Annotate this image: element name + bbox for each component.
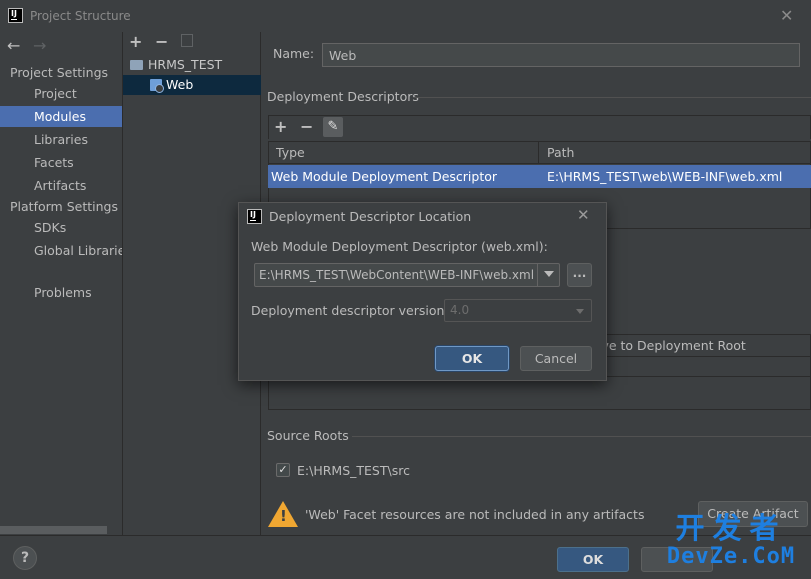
- warning-exclamation: !: [280, 507, 287, 525]
- descriptor-toolbar: [268, 115, 811, 139]
- dialog-cancel-button[interactable]: Cancel: [520, 346, 592, 371]
- back-arrow-icon[interactable]: ←: [7, 36, 20, 55]
- ok-button[interactable]: OK: [557, 547, 629, 572]
- watermark-logo: 开发者 DevZe.CoM: [654, 512, 808, 574]
- combobox-divider: [537, 264, 538, 286]
- copy-icon[interactable]: [181, 34, 193, 47]
- remove-module-icon[interactable]: −: [155, 32, 168, 51]
- close-icon[interactable]: ✕: [780, 6, 793, 25]
- add-module-icon[interactable]: +: [129, 32, 142, 51]
- sidebar-scrollbar[interactable]: [0, 526, 107, 534]
- sidebar-item-artifacts[interactable]: Artifacts: [0, 175, 122, 196]
- descriptor-version-value: 4.0: [450, 303, 470, 317]
- source-root-path: E:\HRMS_TEST\src: [297, 463, 410, 478]
- window-title: Project Structure: [30, 9, 131, 23]
- source-root-checkbox[interactable]: ✓: [276, 463, 290, 477]
- section-divider: [414, 97, 811, 98]
- remove-descriptor-icon[interactable]: −: [300, 117, 313, 136]
- source-roots-title: Source Roots: [267, 428, 349, 443]
- section-divider: [352, 436, 811, 437]
- column-header-type[interactable]: Type: [268, 141, 539, 164]
- descriptor-path-value[interactable]: E:\HRMS_TEST\WebContent\WEB-INF\web.xml: [259, 268, 534, 282]
- tree-node-label: Web: [166, 77, 194, 92]
- descriptor-file-label: Web Module Deployment Descriptor (web.xm…: [251, 239, 548, 254]
- column-header-relative-path[interactable]: ive to Deployment Root: [598, 338, 746, 353]
- intellij-logo-icon: IJ: [247, 209, 262, 224]
- folder-icon: [130, 60, 143, 70]
- chevron-down-icon[interactable]: [544, 271, 554, 277]
- chevron-down-icon: [576, 309, 584, 314]
- sidebar-item-facets[interactable]: Facets: [0, 152, 122, 173]
- platform-settings-header: Platform Settings: [10, 199, 118, 214]
- help-icon[interactable]: ?: [13, 546, 37, 570]
- watermark-line-2: DevZe.CoM: [666, 544, 796, 569]
- table-cell-path: E:\HRMS_TEST\web\WEB-INF\web.xml: [547, 169, 783, 184]
- intellij-logo-icon: IJ: [8, 8, 23, 23]
- deployment-descriptors-title: Deployment Descriptors: [267, 89, 419, 104]
- close-icon[interactable]: ✕: [577, 206, 590, 224]
- sidebar-item-sdks[interactable]: SDKs: [0, 217, 122, 238]
- table-cell-type: Web Module Deployment Descriptor: [271, 169, 498, 184]
- web-facet-icon: [150, 79, 164, 93]
- browse-button[interactable]: ...: [567, 263, 592, 287]
- sidebar-item-global-libraries[interactable]: Global Libraries: [0, 240, 122, 261]
- sidebar-item-modules[interactable]: Modules: [0, 106, 122, 127]
- dialog-title: Deployment Descriptor Location: [269, 209, 472, 224]
- name-input[interactable]: [322, 43, 800, 67]
- project-settings-header: Project Settings: [10, 65, 109, 80]
- dialog-ok-button[interactable]: OK: [435, 346, 509, 371]
- forward-arrow-icon[interactable]: →: [33, 36, 46, 55]
- column-header-path[interactable]: Path: [539, 141, 811, 164]
- watermark-line-1: 开发者: [675, 511, 787, 545]
- tree-node-label: HRMS_TEST: [148, 57, 223, 72]
- add-descriptor-icon[interactable]: +: [274, 117, 287, 136]
- sidebar-item-project[interactable]: Project: [0, 83, 122, 104]
- sidebar-item-libraries[interactable]: Libraries: [0, 129, 122, 150]
- edit-pencil-icon[interactable]: ✎: [323, 117, 343, 137]
- artifact-warning-text: 'Web' Facet resources are not included i…: [305, 507, 645, 522]
- name-label: Name:: [273, 46, 315, 61]
- sidebar-item-problems[interactable]: Problems: [0, 282, 122, 303]
- descriptor-version-label: Deployment descriptor version: [251, 303, 445, 318]
